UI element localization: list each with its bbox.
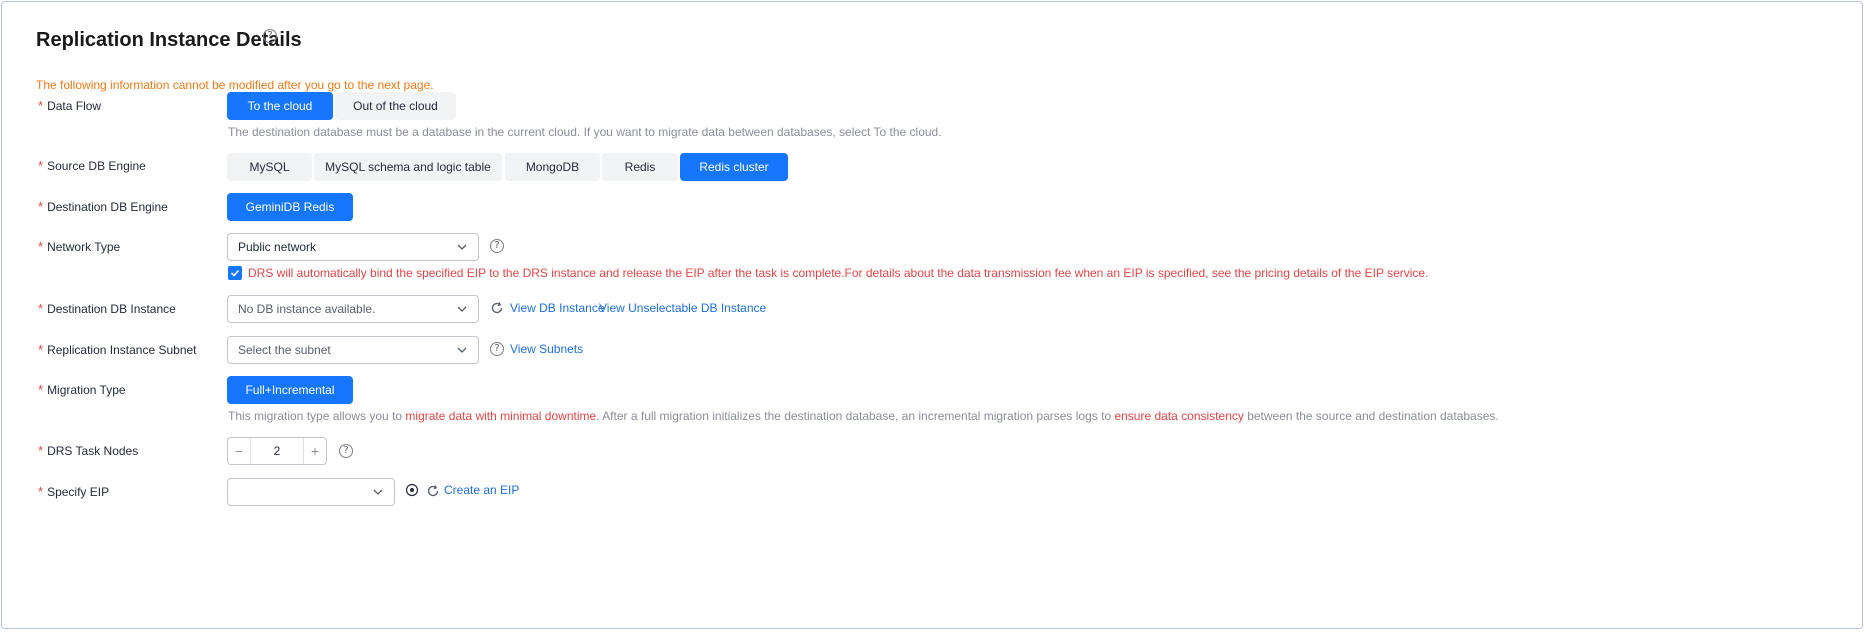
destination-engine-geminidb-redis-button[interactable]: GeminiDB Redis	[227, 193, 353, 221]
migration-type-full-incremental-button[interactable]: Full+Incremental	[227, 376, 353, 404]
destination-db-engine-label-text: Destination DB Engine	[47, 200, 168, 214]
drs-task-nodes-input[interactable]: 2	[250, 438, 304, 464]
drs-task-nodes-label: * DRS Task Nodes	[38, 443, 138, 458]
unmodifiable-notice: The following information cannot be modi…	[36, 78, 434, 92]
migration-hint-text-3: between the source and destination datab…	[1243, 409, 1499, 423]
chevron-down-icon	[373, 489, 383, 495]
specify-eip-label: * Specify EIP	[38, 484, 109, 499]
data-flow-label: * Data Flow	[38, 98, 101, 113]
create-eip-link[interactable]: Create an EIP	[444, 483, 519, 497]
network-type-label-text: Network Type	[47, 240, 121, 254]
eip-auto-bind-checkbox[interactable]	[228, 266, 242, 280]
specify-eip-label-text: Specify EIP	[47, 485, 110, 499]
drs-task-nodes-help-icon[interactable]: ?	[339, 444, 353, 458]
required-marker: *	[38, 158, 44, 173]
destination-db-instance-label: * Destination DB Instance	[38, 301, 176, 316]
source-db-engine-label-text: Source DB Engine	[47, 159, 146, 173]
refresh-icon[interactable]	[426, 484, 440, 498]
specify-eip-select[interactable]	[227, 478, 395, 506]
required-marker: *	[38, 239, 44, 254]
required-marker: *	[38, 98, 44, 113]
replication-instance-subnet-label: * Replication Instance Subnet	[38, 342, 197, 357]
eip-auto-bind-notice: DRS will automatically bind the specifie…	[248, 266, 1429, 280]
chevron-down-icon	[457, 244, 467, 250]
network-type-value: Public network	[238, 240, 317, 254]
source-engine-redis-cluster-button[interactable]: Redis cluster	[680, 153, 788, 181]
data-flow-out-of-cloud-button[interactable]: Out of the cloud	[335, 92, 456, 120]
subnet-help-icon[interactable]: ?	[490, 342, 504, 356]
required-marker: *	[38, 484, 44, 499]
view-subnets-link[interactable]: View Subnets	[510, 342, 583, 356]
data-flow-to-cloud-button[interactable]: To the cloud	[227, 92, 333, 120]
destination-db-instance-select[interactable]: No DB instance available.	[227, 295, 479, 323]
decrement-button[interactable]: −	[228, 438, 250, 464]
required-marker: *	[38, 199, 44, 214]
migration-type-label-text: Migration Type	[47, 383, 126, 397]
data-flow-hint: The destination database must be a datab…	[228, 125, 942, 139]
drs-task-nodes-label-text: DRS Task Nodes	[47, 444, 139, 458]
destination-db-engine-label: * Destination DB Engine	[38, 199, 168, 214]
chevron-down-icon	[457, 306, 467, 312]
required-marker: *	[38, 342, 44, 357]
required-marker: *	[38, 301, 44, 316]
migration-type-hint: This migration type allows you to migrat…	[228, 409, 1499, 423]
subnet-placeholder: Select the subnet	[238, 343, 331, 357]
migration-hint-text-1: This migration type allows you to	[228, 409, 406, 423]
page-title-text: Replication Instance Details	[36, 29, 302, 51]
network-type-label: * Network Type	[38, 239, 120, 254]
page-title: Replication Instance Details	[36, 29, 302, 52]
view-unselectable-db-instance-link[interactable]: View Unselectable DB Instance	[599, 301, 766, 315]
source-engine-mysql-schema-button[interactable]: MySQL schema and logic table	[314, 153, 502, 181]
source-db-engine-label: * Source DB Engine	[38, 158, 146, 173]
refresh-icon[interactable]	[490, 301, 504, 315]
add-circle-icon[interactable]	[405, 483, 419, 497]
destination-db-instance-label-text: Destination DB Instance	[47, 302, 176, 316]
source-engine-redis-button[interactable]: Redis	[602, 153, 678, 181]
replication-instance-details-panel: Replication Instance Details ? The follo…	[1, 1, 1863, 629]
check-icon	[230, 269, 240, 277]
network-type-select[interactable]: Public network	[227, 233, 479, 261]
source-engine-mongodb-button[interactable]: MongoDB	[505, 153, 600, 181]
migration-hint-highlight-2: ensure data consistency	[1114, 409, 1244, 423]
network-type-help-icon[interactable]: ?	[490, 239, 504, 253]
destination-db-instance-placeholder: No DB instance available.	[238, 302, 376, 316]
drs-task-nodes-stepper: − 2 +	[227, 437, 327, 465]
required-marker: *	[38, 443, 44, 458]
replication-instance-subnet-select[interactable]: Select the subnet	[227, 336, 479, 364]
replication-instance-subnet-label-text: Replication Instance Subnet	[47, 343, 197, 357]
title-help-icon[interactable]: ?	[263, 29, 277, 43]
data-flow-label-text: Data Flow	[47, 99, 102, 113]
chevron-down-icon	[457, 347, 467, 353]
view-db-instance-link[interactable]: View DB Instance	[510, 301, 605, 315]
source-engine-mysql-button[interactable]: MySQL	[227, 153, 312, 181]
required-marker: *	[38, 382, 44, 397]
migration-type-label: * Migration Type	[38, 382, 126, 397]
migration-hint-text-2: . After a full migration initializes the…	[596, 409, 1115, 423]
migration-hint-highlight-1: migrate data with minimal downtime	[405, 409, 597, 423]
increment-button[interactable]: +	[304, 438, 326, 464]
